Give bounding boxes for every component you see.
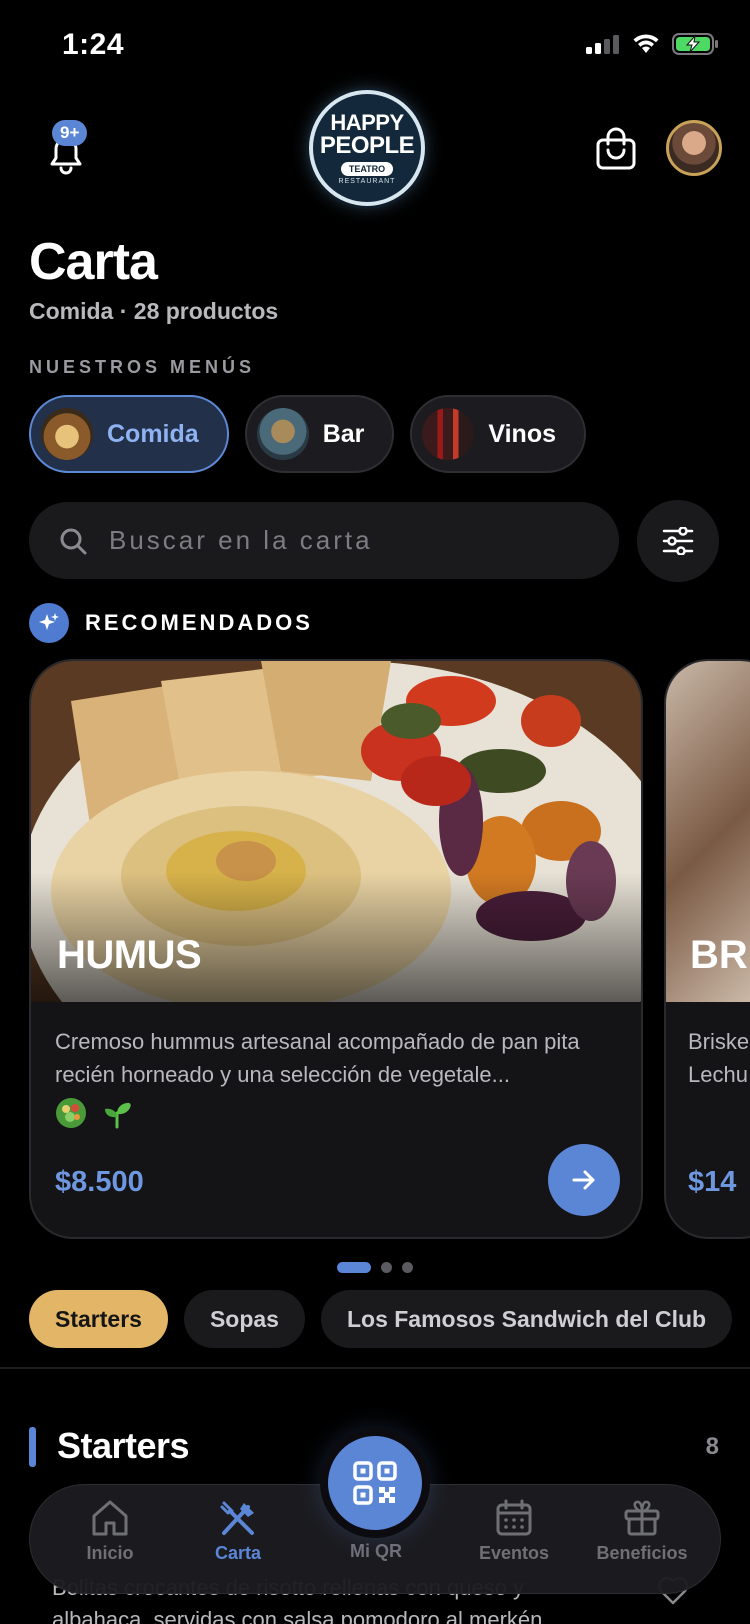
card-description-line: Briske xyxy=(688,1029,750,1054)
bar-thumbnail xyxy=(256,408,309,460)
cart-button[interactable] xyxy=(594,126,638,172)
card-title: BRI xyxy=(690,933,750,977)
sparkles-icon xyxy=(29,603,69,643)
header: 9+ HAPPY PEOPLE TEATRO RESTAURANT xyxy=(0,90,750,210)
nav-item-eventos[interactable]: Eventos xyxy=(454,1499,574,1564)
arrow-right-icon xyxy=(572,1170,595,1190)
card-price: $14 xyxy=(688,1166,737,1198)
nav-item-beneficios[interactable]: Beneficios xyxy=(582,1499,702,1564)
nav-item-carta[interactable]: Carta xyxy=(178,1499,298,1564)
page-title: Carta xyxy=(29,233,158,291)
card-description-line: Lechu xyxy=(688,1062,748,1087)
home-icon xyxy=(92,1500,128,1536)
filter-button[interactable] xyxy=(637,500,719,582)
search-input[interactable]: Buscar en la carta xyxy=(29,502,619,579)
menus-label: NUESTROS MENÚS xyxy=(29,357,256,377)
recommended-title: RECOMENDADOS xyxy=(85,610,313,635)
recommended-card-peek[interactable]: BRI Briske Lechu $14 xyxy=(664,659,750,1239)
menu-chip-comida[interactable]: Comida xyxy=(29,395,229,473)
card-title: HUMUS xyxy=(57,933,202,977)
vegan-icon xyxy=(56,1098,86,1128)
card-price: $8.500 xyxy=(55,1166,144,1198)
nav-label: Beneficios xyxy=(596,1543,688,1563)
nav-label: Inicio xyxy=(86,1543,134,1563)
section-count: 8 xyxy=(705,1433,719,1460)
page-subtitle: Comida · 28 productos xyxy=(29,298,279,324)
pager-dot[interactable] xyxy=(381,1262,392,1273)
sprout-icon xyxy=(105,1102,131,1129)
sliders-icon xyxy=(662,527,694,555)
menu-chip-label: Comida xyxy=(107,419,199,448)
pager-dot-active[interactable] xyxy=(337,1262,371,1273)
pager-dot[interactable] xyxy=(402,1262,413,1273)
qr-icon xyxy=(353,1461,397,1505)
nav-label: Mi QR xyxy=(350,1541,402,1561)
status-bar: 1:24 xyxy=(0,0,750,90)
category-tabs: Starters Sopas Los Famosos Sandwich del … xyxy=(29,1290,733,1348)
utensils-icon xyxy=(220,1501,254,1535)
logo-text-line1: HAPPY xyxy=(330,109,404,135)
menu-chip-label: Vinos xyxy=(488,419,556,448)
item-description-line: albahaca, servidas con salsa pomodoro al… xyxy=(52,1607,543,1624)
nav-item-inicio[interactable]: Inicio xyxy=(50,1499,170,1564)
section-title: Starters xyxy=(57,1425,190,1466)
signal-icon xyxy=(586,35,619,54)
recommended-header: RECOMENDADOS xyxy=(29,603,313,643)
qr-button[interactable] xyxy=(328,1436,422,1530)
card-description: Briske Lechu xyxy=(688,1025,749,1091)
user-avatar[interactable] xyxy=(666,120,722,176)
nav-label: Carta xyxy=(214,1543,262,1563)
search-placeholder: Buscar en la carta xyxy=(109,525,373,555)
comida-thumbnail xyxy=(41,408,93,460)
menu-selector: Comida Bar Vinos xyxy=(29,395,586,473)
happy-people-logo[interactable]: HAPPY PEOPLE TEATRO RESTAURANT xyxy=(309,90,425,206)
logo-subtext: RESTAURANT xyxy=(338,177,396,185)
wifi-icon xyxy=(633,34,659,53)
status-icons xyxy=(586,32,720,56)
battery-charging-icon xyxy=(672,33,718,55)
divider xyxy=(0,1367,750,1369)
status-time: 1:24 xyxy=(62,28,125,61)
diet-icons xyxy=(55,1097,133,1129)
logo-text-line2: PEOPLE xyxy=(319,131,415,159)
menu-chip-label: Bar xyxy=(322,419,365,448)
nav-item-mi-qr[interactable]: Mi QR xyxy=(316,1541,436,1562)
notifications-button[interactable]: 9+ xyxy=(42,120,98,180)
menu-chip-vinos[interactable]: Vinos xyxy=(410,395,586,473)
category-tab-sopas[interactable]: Sopas xyxy=(183,1290,305,1348)
category-tab-sandwich[interactable]: Los Famosos Sandwich del Club xyxy=(320,1290,733,1348)
logo-ribbon: TEATRO xyxy=(340,161,394,176)
card-description: Cremoso hummus artesanal acompañado de p… xyxy=(55,1029,580,1087)
recommended-card[interactable]: HUMUS Cremoso hummus artesanal acompañad… xyxy=(29,659,643,1239)
gift-icon xyxy=(624,1500,660,1536)
notification-badge: 9+ xyxy=(52,120,88,146)
vinos-thumbnail xyxy=(422,408,475,460)
category-tab-starters[interactable]: Starters xyxy=(29,1290,168,1348)
search-icon xyxy=(60,528,87,554)
shopping-bag-icon xyxy=(596,127,636,170)
carousel-pager xyxy=(337,1262,413,1273)
menu-chip-bar[interactable]: Bar xyxy=(244,395,395,473)
nav-label: Eventos xyxy=(478,1543,550,1563)
card-open-button[interactable] xyxy=(548,1144,620,1216)
section-accent-bar xyxy=(29,1427,36,1467)
calendar-icon xyxy=(496,1499,532,1536)
